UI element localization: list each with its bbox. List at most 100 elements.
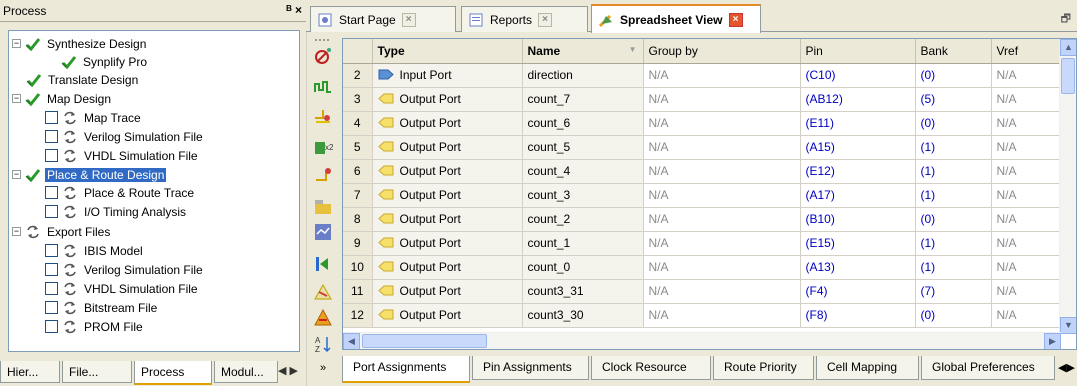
left-tab[interactable]: Modul... xyxy=(214,361,278,383)
pin-cell[interactable]: (E11) xyxy=(800,111,916,136)
tab-scroll-arrows-icon[interactable]: ◀ ▶ xyxy=(278,364,298,377)
route-tool-icon[interactable] xyxy=(313,106,333,126)
port-type-cell[interactable]: Output Port xyxy=(372,183,523,208)
sheet-tab[interactable]: Route Priority xyxy=(713,356,814,380)
table-row[interactable]: 4 Output Port count_6 N/A (E11) (0) N/A xyxy=(343,111,1062,136)
tree-checkbox[interactable] xyxy=(45,111,58,124)
port-type-cell[interactable]: Output Port xyxy=(372,87,523,112)
column-header[interactable]: Group by xyxy=(643,39,801,64)
pin-cell[interactable]: (A15) xyxy=(800,135,916,160)
pin-cell[interactable]: (A17) xyxy=(800,183,916,208)
scroll-right-icon[interactable]: ▶ xyxy=(1044,333,1061,349)
collapse-icon[interactable]: − xyxy=(12,94,21,103)
restore-window-icon[interactable]: 🗗 xyxy=(1061,10,1071,29)
group-cell[interactable]: N/A xyxy=(643,231,801,256)
report-tool-icon[interactable] xyxy=(313,222,333,242)
column-header[interactable]: Bank xyxy=(915,39,992,64)
column-header[interactable]: Name ▼ xyxy=(522,39,644,64)
sheet-tab-scroll-icon[interactable]: ◀▶ xyxy=(1058,361,1075,374)
scroll-down-icon[interactable]: ▼ xyxy=(1060,317,1076,334)
name-cell[interactable]: count_7 xyxy=(522,87,644,112)
name-cell[interactable]: count_5 xyxy=(522,135,644,160)
name-cell[interactable]: count3_30 xyxy=(522,303,644,328)
name-cell[interactable]: count3_31 xyxy=(522,279,644,304)
name-cell[interactable]: count_6 xyxy=(522,111,644,136)
close-tab-icon[interactable]: × xyxy=(538,12,553,27)
tree-item[interactable]: Verilog Simulation File xyxy=(45,127,205,146)
panel-controls[interactable]: ᴮ × xyxy=(286,3,302,17)
vref-cell[interactable]: N/A xyxy=(991,135,1062,160)
tree-item[interactable]: VHDL Simulation File xyxy=(45,279,200,298)
tree-checkbox[interactable] xyxy=(45,301,58,314)
group-cell[interactable]: N/A xyxy=(643,279,801,304)
port-type-cell[interactable]: Input Port xyxy=(372,63,523,88)
table-row[interactable]: 7 Output Port count_3 N/A (A17) (1) N/A xyxy=(343,183,1062,208)
bank-cell[interactable]: (1) xyxy=(915,159,992,184)
pin-cell[interactable]: (E15) xyxy=(800,231,916,256)
timing-tool-icon[interactable] xyxy=(313,46,333,66)
table-row[interactable]: 10 Output Port count_0 N/A (A13) (1) N/A xyxy=(343,255,1062,280)
vertical-scrollbar[interactable]: ▲ ▼ xyxy=(1059,39,1076,334)
vref-cell[interactable]: N/A xyxy=(991,63,1062,88)
table-row[interactable]: 5 Output Port count_5 N/A (A15) (1) N/A xyxy=(343,135,1062,160)
table-row[interactable]: 12 Output Port count3_30 N/A (F8) (0) N/A xyxy=(343,303,1062,328)
close-tab-icon[interactable]: × xyxy=(401,12,416,27)
port-type-cell[interactable]: Output Port xyxy=(372,303,523,328)
scroll-up-icon[interactable]: ▲ xyxy=(1060,39,1076,56)
vref-cell[interactable]: N/A xyxy=(991,111,1062,136)
bank-cell[interactable]: (7) xyxy=(915,279,992,304)
group-cell[interactable]: N/A xyxy=(643,111,801,136)
collapse-icon[interactable]: − xyxy=(12,170,21,179)
scroll-left-icon[interactable]: ◀ xyxy=(343,333,360,349)
tree-checkbox[interactable] xyxy=(45,186,58,199)
group-cell[interactable]: N/A xyxy=(643,135,801,160)
pin-cell[interactable]: (F4) xyxy=(800,279,916,304)
floorplan-tool-icon[interactable]: x2 xyxy=(313,136,334,156)
warning-tool-icon[interactable] xyxy=(313,308,333,328)
column-header[interactable]: Pin xyxy=(800,39,916,64)
port-type-cell[interactable]: Output Port xyxy=(372,231,523,256)
toolbar-overflow-icon[interactable]: » xyxy=(313,362,333,382)
close-tab-icon[interactable]: × xyxy=(728,12,743,27)
netlist-tool-icon[interactable] xyxy=(313,196,333,216)
tree-checkbox[interactable] xyxy=(45,130,58,143)
left-tab[interactable]: File... xyxy=(62,361,132,383)
group-cell[interactable]: N/A xyxy=(643,255,801,280)
column-header[interactable] xyxy=(343,39,373,64)
sheet-tab[interactable]: Cell Mapping xyxy=(816,356,919,380)
tree-checkbox[interactable] xyxy=(45,205,58,218)
name-cell[interactable]: count_1 xyxy=(522,231,644,256)
horizontal-scrollbar[interactable]: ◀ ▶ xyxy=(343,332,1061,349)
vref-cell[interactable]: N/A xyxy=(991,87,1062,112)
table-row[interactable]: 3 Output Port count_7 N/A (AB12) (5) N/A xyxy=(343,87,1062,112)
tree-checkbox[interactable] xyxy=(45,320,58,333)
editor-tab[interactable]: Reports × xyxy=(461,6,588,32)
bank-cell[interactable]: (1) xyxy=(915,183,992,208)
bank-cell[interactable]: (0) xyxy=(915,303,992,328)
vref-cell[interactable]: N/A xyxy=(991,207,1062,232)
vref-cell[interactable]: N/A xyxy=(991,255,1062,280)
tree-item[interactable]: VHDL Simulation File xyxy=(45,146,200,165)
tree-item[interactable]: Verilog Simulation File xyxy=(45,260,205,279)
tree-item[interactable]: Place & Route Trace xyxy=(45,183,196,202)
tree-checkbox[interactable] xyxy=(45,244,58,257)
close-icon[interactable]: × xyxy=(295,3,302,17)
port-type-cell[interactable]: Output Port xyxy=(372,207,523,232)
column-header[interactable]: Vref xyxy=(991,39,1062,64)
port-type-cell[interactable]: Output Port xyxy=(372,135,523,160)
column-header[interactable]: Type xyxy=(372,39,523,64)
table-row[interactable]: 11 Output Port count3_31 N/A (F4) (7) N/A xyxy=(343,279,1062,304)
port-type-cell[interactable]: Output Port xyxy=(372,159,523,184)
tree-item[interactable]: Bitstream File xyxy=(45,298,159,317)
process-tree[interactable]: − Synthesize Design Synplify Pro Translate … xyxy=(8,30,300,352)
tree-item[interactable]: − Synthesize Design xyxy=(12,34,148,53)
group-cell[interactable]: N/A xyxy=(643,87,801,112)
pin-tool-icon[interactable] xyxy=(313,166,333,186)
tree-item[interactable]: Translate Design xyxy=(26,70,140,89)
tree-item[interactable]: − Place & Route Design xyxy=(12,165,167,184)
tree-item[interactable]: Map Trace xyxy=(45,108,143,127)
table-row[interactable]: 2 Input Port direction N/A (C10) (0) N/A xyxy=(343,63,1062,88)
bank-cell[interactable]: (0) xyxy=(915,111,992,136)
tree-item[interactable]: − Export Files xyxy=(12,222,112,241)
vertical-scroll-thumb[interactable] xyxy=(1061,58,1075,94)
